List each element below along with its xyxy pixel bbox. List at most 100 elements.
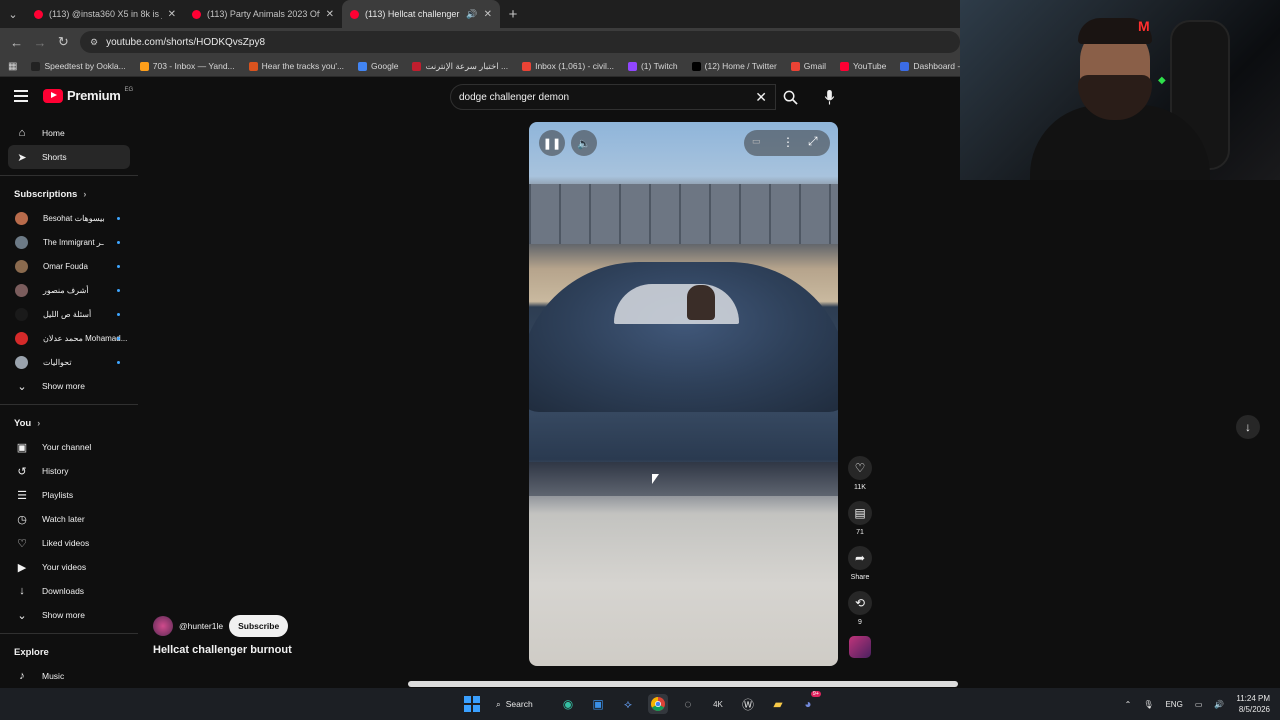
menu-icon[interactable] xyxy=(14,90,28,102)
bookmark-item[interactable]: (1) Twitch xyxy=(627,61,678,71)
tab-close-icon[interactable]: ✕ xyxy=(168,9,176,20)
edge-icon[interactable]: ◉ xyxy=(558,694,578,714)
share-action[interactable]: ➦ Share xyxy=(846,546,874,581)
outlook-icon[interactable]: ▣ xyxy=(588,694,608,714)
sidebar-item-home[interactable]: ⌂ Home xyxy=(0,121,138,145)
display-icon[interactable]: ▭ xyxy=(1195,700,1203,709)
subscription-item[interactable]: تحواليات xyxy=(0,350,138,374)
like-action[interactable]: ♡ 11K xyxy=(846,456,874,491)
app-icon-2[interactable]: ◌ xyxy=(678,694,698,714)
search-input[interactable]: dodge challenger demon ✕ xyxy=(450,84,776,110)
remix-button[interactable]: ⟲ xyxy=(848,591,872,615)
clock-icon: ◷ xyxy=(17,513,27,526)
horizontal-scrollbar[interactable] xyxy=(408,681,958,687)
sidebar-item-playlists[interactable]: ☰ Playlists xyxy=(0,483,138,507)
microphone-tray-icon[interactable]: 🎙 xyxy=(1143,700,1153,709)
volume-tray-icon[interactable]: 🔊 xyxy=(1214,700,1224,709)
chevron-up-icon[interactable]: ⌃ xyxy=(1125,700,1132,709)
discord-icon[interactable]: ◕ 9+ xyxy=(798,691,821,714)
you-header[interactable]: You › xyxy=(0,411,138,435)
4k-app-icon[interactable]: 4K xyxy=(708,694,728,714)
short-title[interactable]: Hellcat challenger burnout xyxy=(153,644,292,656)
bookmark-label: Gmail xyxy=(803,61,826,71)
search-button[interactable] xyxy=(776,84,804,110)
word-icon[interactable]: Ⓦ xyxy=(738,694,758,714)
sidebar-item-watch-later[interactable]: ◷ Watch later xyxy=(0,507,138,531)
youtube-favicon-icon xyxy=(350,9,359,19)
channel-avatar[interactable] xyxy=(153,616,173,636)
reload-icon[interactable]: ↻ xyxy=(57,34,70,50)
tab-close-icon[interactable]: ✕ xyxy=(484,9,492,20)
address-bar[interactable]: ⚙ youtube.com/shorts/HODKQvsZpy8 xyxy=(79,31,960,53)
sidebar-item-liked-videos[interactable]: ♡ Liked videos xyxy=(0,531,138,555)
subscriptions-list: Besohat بيسوهات The Immigrant ـر Omar Foud… xyxy=(0,206,138,374)
tab-audio-icon[interactable]: 🔊 xyxy=(466,9,477,20)
remix-action[interactable]: ⟲ 9 xyxy=(846,591,874,626)
subscribe-button[interactable]: Subscribe xyxy=(229,615,289,637)
sound-thumbnail[interactable] xyxy=(849,636,871,658)
bookmark-item[interactable]: Google xyxy=(358,61,398,71)
clock[interactable]: 11:24 PM 8/5/2026 xyxy=(1236,693,1270,715)
subscription-item[interactable]: أشرف منصور xyxy=(0,278,138,302)
sidebar-item-history[interactable]: ↺ History xyxy=(0,459,138,483)
clear-search-icon[interactable]: ✕ xyxy=(755,89,767,106)
subscription-item[interactable]: محمد عدلان Mohamad... xyxy=(0,326,138,350)
tab-close-icon[interactable]: ✕ xyxy=(326,9,334,20)
youtube-premium-logo[interactable]: Premium EG xyxy=(43,87,133,103)
like-button[interactable]: ♡ xyxy=(848,456,872,480)
bookmark-item[interactable]: Hear the tracks you'... xyxy=(248,61,344,71)
share-label: Share xyxy=(850,574,870,581)
subscriptions-header[interactable]: Subscriptions › xyxy=(0,182,138,206)
bookmark-item[interactable]: Inbox (1,061) - civil... xyxy=(522,61,614,71)
browser-tab-2[interactable]: (113) Party Animals 2023 Offici ✕ xyxy=(184,0,342,28)
subscription-item[interactable]: أسئلة ص الليل xyxy=(0,302,138,326)
comments-action[interactable]: ▤ 71 xyxy=(846,501,874,536)
subscription-item[interactable]: Omar Fouda xyxy=(0,254,138,278)
more-vertical-icon[interactable]: ⋮ xyxy=(782,135,794,149)
pause-button[interactable]: ❚❚ xyxy=(539,130,565,156)
forward-arrow-icon[interactable]: → xyxy=(33,35,46,50)
browser-tab-3-active[interactable]: (113) Hellcat challenger bu 🔊 ✕ xyxy=(342,0,500,28)
tab-search-chevron-icon[interactable]: ⌄ xyxy=(0,0,26,28)
bookmark-item[interactable]: اختبار سرعة الإنترنت ... xyxy=(412,61,508,72)
bookmark-item[interactable]: YouTube xyxy=(839,61,886,71)
back-arrow-icon[interactable]: ← xyxy=(10,35,23,50)
comments-button[interactable]: ▤ xyxy=(848,501,872,525)
app-icon[interactable]: ⟡ xyxy=(618,694,638,714)
windows-start-button[interactable] xyxy=(462,694,482,714)
sidebar-item-music[interactable]: ♪ Music xyxy=(0,664,138,688)
url-text: youtube.com/shorts/HODKQvsZpy8 xyxy=(106,36,266,48)
share-button[interactable]: ➦ xyxy=(848,546,872,570)
webcam-overlay: M ◆ xyxy=(960,0,1280,180)
apps-grid-icon[interactable]: ▦ xyxy=(8,61,17,72)
bookmark-item[interactable]: 703 - Inbox — Yand... xyxy=(139,61,235,71)
file-explorer-icon[interactable]: ▰ xyxy=(768,694,788,714)
taskbar-search[interactable]: ⌕ Search xyxy=(492,693,548,715)
volume-button[interactable]: 🔈 xyxy=(571,130,597,156)
channel-handle[interactable]: @hunter1le xyxy=(179,621,223,631)
sidebar-item-your-videos[interactable]: ▶ Your videos xyxy=(0,555,138,579)
driver xyxy=(687,285,715,320)
new-tab-button[interactable]: + xyxy=(500,6,526,23)
sidebar-item-your-channel[interactable]: ▣ Your channel xyxy=(0,435,138,459)
bookmark-item[interactable]: Gmail xyxy=(790,61,826,71)
show-more-you[interactable]: ⌄ Show more xyxy=(0,603,138,627)
browser-tab-1[interactable]: (113) @insta360 X5 in 8k is just ✕ xyxy=(26,0,184,28)
microphone-icon xyxy=(824,89,834,105)
short-video-player[interactable]: ❚❚ 🔈 ▭ ⋮ ⤢ xyxy=(529,122,838,666)
bookmark-item[interactable]: (12) Home / Twitter xyxy=(691,61,777,71)
voice-search-button[interactable] xyxy=(816,85,842,109)
show-more-subscriptions[interactable]: ⌄ Show more xyxy=(0,374,138,398)
site-info-icon[interactable]: ⚙ xyxy=(90,37,98,48)
subscription-item[interactable]: Besohat بيسوهات xyxy=(0,206,138,230)
like-count: 11K xyxy=(854,484,866,491)
sidebar-item-shorts[interactable]: ➤ Shorts xyxy=(8,145,130,169)
chrome-icon[interactable] xyxy=(648,694,668,714)
language-indicator[interactable]: ENG xyxy=(1165,700,1182,709)
subscription-item[interactable]: The Immigrant ـر xyxy=(0,230,138,254)
next-short-button[interactable]: ↓ xyxy=(1236,415,1260,439)
fullscreen-icon[interactable]: ⤢ xyxy=(808,134,818,149)
sidebar-item-downloads[interactable]: ↓ Downloads xyxy=(0,579,138,603)
bookmark-item[interactable]: Speedtest by Ookla... xyxy=(31,61,126,71)
captions-icon[interactable]: ▭ xyxy=(752,136,761,147)
